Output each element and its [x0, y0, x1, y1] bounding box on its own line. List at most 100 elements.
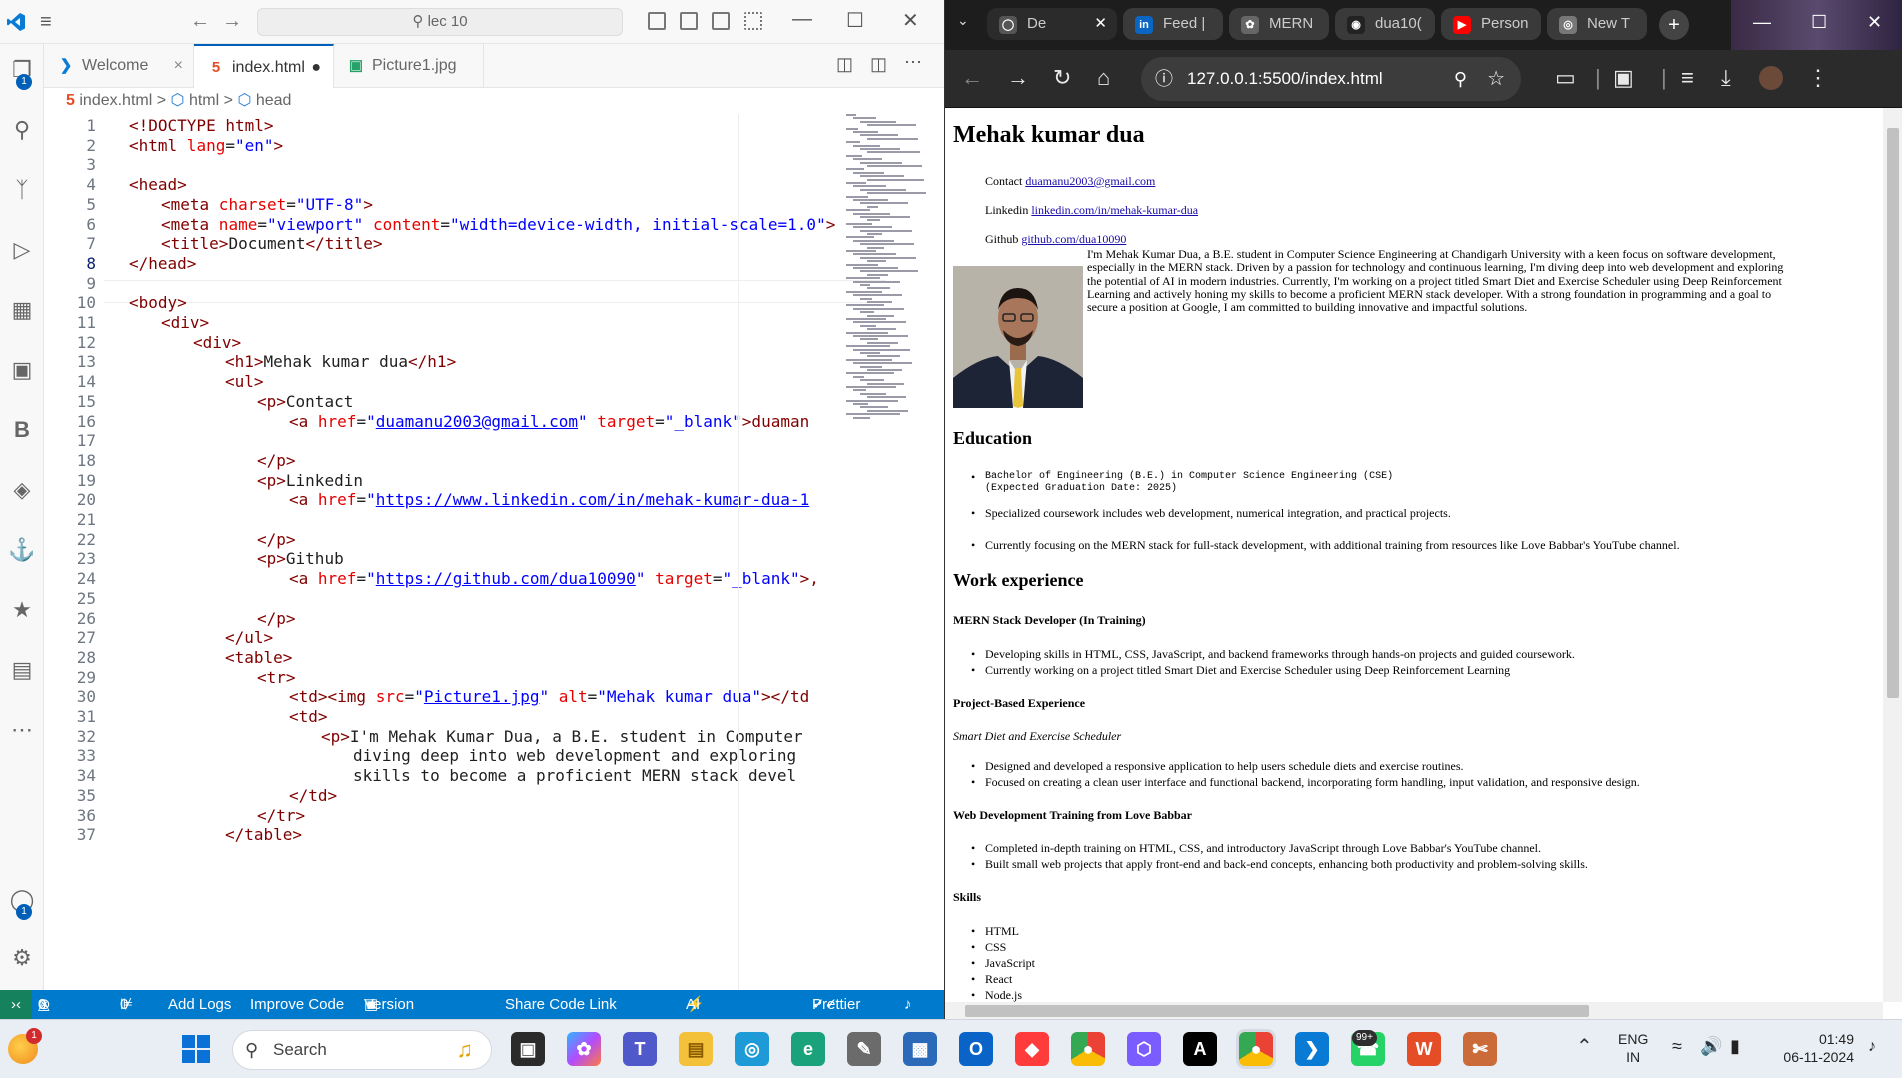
close-window-icon[interactable]: ✕: [1867, 12, 1882, 33]
browser-tab[interactable]: in Feed |: [1123, 8, 1223, 40]
creative-app-icon[interactable]: A: [1183, 1032, 1217, 1066]
github-link[interactable]: github.com/dua10090: [1021, 232, 1126, 246]
address-bar[interactable]: ⓘ 127.0.0.1:5500/index.html ⚲ ☆: [1141, 57, 1521, 101]
remote-explorer-icon[interactable]: ▣: [8, 356, 36, 384]
toggle-panel-icon[interactable]: [680, 12, 698, 30]
toggle-secondary-sidebar-icon[interactable]: [712, 12, 730, 30]
copilot-icon[interactable]: ✿: [567, 1032, 601, 1066]
breadcrumb-file[interactable]: index.html: [79, 92, 152, 109]
taskbar-search[interactable]: ⚲ Search ♫: [232, 1030, 492, 1070]
reading-list-icon[interactable]: ≡: [1681, 66, 1694, 90]
close-tab-icon[interactable]: ✕: [1094, 8, 1107, 40]
vertical-scrollbar[interactable]: [1883, 108, 1902, 1002]
app-hex-icon[interactable]: ⬡: [1127, 1032, 1161, 1066]
teams-icon[interactable]: T: [623, 1032, 657, 1066]
docker-icon[interactable]: ⚓: [8, 536, 36, 564]
open-preview-icon[interactable]: ◫: [836, 54, 853, 75]
maximize-icon[interactable]: ☐: [846, 8, 864, 33]
ruby-icon[interactable]: ◈: [8, 476, 36, 504]
browser-tab-active[interactable]: ◯ De ✕: [987, 8, 1117, 40]
task-view-icon[interactable]: ▣: [511, 1032, 545, 1066]
scrollbar-thumb[interactable]: [1887, 128, 1899, 698]
forward-arrow-icon[interactable]: →: [222, 10, 242, 33]
reload-icon[interactable]: ↻: [1053, 66, 1071, 90]
tab-index-html[interactable]: 5 index.html ●: [194, 44, 334, 88]
clock[interactable]: 01:49 06-11-2024: [1766, 1030, 1854, 1066]
breadcrumb-head[interactable]: head: [256, 92, 292, 109]
menu-icon[interactable]: ≡: [40, 12, 62, 32]
info-icon[interactable]: ⓘ: [1155, 57, 1173, 101]
notifications-bell-icon[interactable]: ♪: [904, 990, 912, 1019]
vscode-icon[interactable]: ❯: [1295, 1032, 1329, 1066]
chrome-active-icon[interactable]: ●: [1239, 1032, 1273, 1066]
split-editor-icon[interactable]: ◫: [870, 54, 887, 75]
outlook-icon[interactable]: O: [959, 1032, 993, 1066]
store-icon[interactable]: ▩: [903, 1032, 937, 1066]
linkedin-link[interactable]: linkedin.com/in/mehak-kumar-dua: [1031, 203, 1198, 217]
back-arrow-icon[interactable]: ←: [961, 66, 983, 90]
file-explorer-icon[interactable]: ▤: [679, 1032, 713, 1066]
home-icon[interactable]: ⌂: [1097, 66, 1110, 90]
maximize-icon[interactable]: ☐: [1811, 12, 1827, 33]
python-icon[interactable]: ★: [8, 596, 36, 624]
minimap[interactable]: [846, 114, 926, 424]
wps-office-icon[interactable]: W: [1407, 1032, 1441, 1066]
horizontal-scrollbar[interactable]: [945, 1002, 1883, 1019]
screenshot-icon[interactable]: ▣: [1613, 66, 1634, 90]
breadcrumb-html[interactable]: html: [189, 92, 219, 109]
search-icon[interactable]: ⚲: [8, 116, 36, 144]
run-debug-icon[interactable]: ▷: [8, 236, 36, 264]
code-editor[interactable]: 1 2 3 4 5 6 7 8 9 10 11 12 13 14 15 16 17 18 19 20 21 22 23 24 2…: [44, 114, 944, 990]
download-icon[interactable]: ⤓: [1721, 66, 1731, 90]
scrollbar-thumb[interactable]: [965, 1005, 1589, 1017]
language-indicator[interactable]: ENG IN: [1618, 1030, 1648, 1066]
add-logs-button[interactable]: Add Logs: [168, 990, 231, 1019]
show-hidden-icons-chevron-icon[interactable]: ⌃: [1576, 1034, 1593, 1059]
bookmark-star-icon[interactable]: ☆: [1487, 57, 1505, 101]
tab-search-chevron-icon[interactable]: ⌄: [957, 12, 969, 29]
back-arrow-icon[interactable]: ←: [190, 10, 210, 33]
tab-picture1[interactable]: ▣ Picture1.jpg: [334, 44, 484, 88]
settings-gear-icon[interactable]: ⚙: [8, 944, 36, 972]
remote-indicator-icon[interactable]: ›‹: [0, 990, 32, 1019]
volume-icon[interactable]: 🔊: [1700, 1036, 1722, 1057]
close-window-icon[interactable]: ✕: [902, 8, 919, 33]
app-diamond-icon[interactable]: ◆: [1015, 1032, 1049, 1066]
unsaved-dot-icon[interactable]: ●: [311, 46, 321, 90]
menu-kebab-icon[interactable]: ⋮: [1807, 66, 1829, 90]
chrome-icon[interactable]: ●: [1071, 1032, 1105, 1066]
extensions-icon[interactable]: ▦: [8, 296, 36, 324]
toggle-primary-sidebar-icon[interactable]: [648, 12, 666, 30]
more-icon[interactable]: ⋯: [8, 716, 36, 744]
new-tab-button[interactable]: +: [1659, 10, 1689, 40]
edge-icon[interactable]: e: [791, 1032, 825, 1066]
share-code-button[interactable]: Share Code Link: [505, 990, 617, 1019]
command-center[interactable]: ⚲ lec 10: [257, 8, 623, 36]
profile-avatar[interactable]: [1759, 66, 1783, 90]
extensions-icon[interactable]: ▭: [1555, 66, 1576, 90]
forward-arrow-icon[interactable]: →: [1007, 66, 1029, 90]
bootstrap-icon[interactable]: B: [8, 416, 36, 444]
improve-code-button[interactable]: Improve Code: [250, 990, 344, 1019]
minimize-icon[interactable]: —: [1753, 12, 1771, 33]
browser-tab[interactable]: ✿ MERN: [1229, 8, 1329, 40]
testing-icon[interactable]: ▤: [8, 656, 36, 684]
browser-tab[interactable]: ◉ dua10(: [1335, 8, 1435, 40]
zoom-icon[interactable]: ⚲: [1454, 57, 1467, 101]
battery-icon[interactable]: ▮: [1730, 1036, 1740, 1057]
minimize-icon[interactable]: —: [792, 8, 812, 31]
pen-app-icon[interactable]: ✎: [847, 1032, 881, 1066]
wifi-icon[interactable]: ≈: [1672, 1036, 1682, 1057]
customize-layout-icon[interactable]: [744, 12, 762, 30]
source-control-icon[interactable]: ᛉ: [8, 176, 36, 204]
notifications-bell-icon[interactable]: ♪: [1868, 1038, 1876, 1056]
browser-tab[interactable]: ◎ New T: [1547, 8, 1647, 40]
email-link[interactable]: duamanu2003@gmail.com: [1025, 174, 1155, 188]
more-actions-icon[interactable]: ⋯: [904, 52, 922, 73]
windows-start-icon[interactable]: [182, 1035, 210, 1063]
browser-tab[interactable]: ▶ Person: [1441, 8, 1541, 40]
edge-browser-icon[interactable]: ◎: [735, 1032, 769, 1066]
tab-welcome[interactable]: ❯ Welcome ×: [44, 44, 194, 88]
snipping-tool-icon[interactable]: ✄: [1463, 1032, 1497, 1066]
close-tab-icon[interactable]: ×: [174, 44, 183, 88]
